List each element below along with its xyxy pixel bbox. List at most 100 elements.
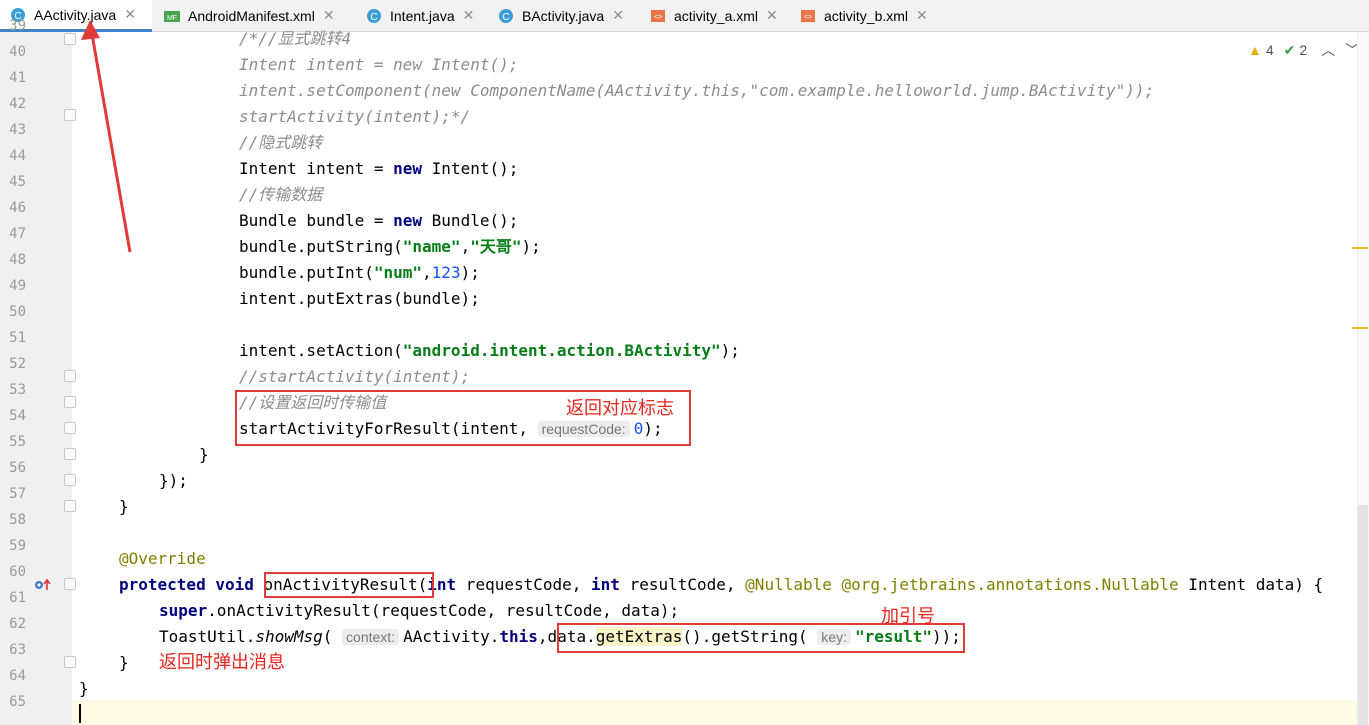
code-line-49[interactable]: intent.putExtras(bundle); <box>239 286 480 312</box>
code-line-61[interactable]: super.onActivityResult(requestCode, resu… <box>159 598 679 624</box>
class-icon: C <box>366 8 382 24</box>
check-icon: ✔ <box>1283 41 1296 58</box>
close-icon[interactable]: ✕ <box>916 7 928 24</box>
code-line-41[interactable]: intent.setComponent(new ComponentName(AA… <box>239 78 1154 104</box>
tab-label: activity_b.xml <box>824 7 909 24</box>
code-line-57[interactable]: } <box>119 494 129 520</box>
manifest-icon: MF <box>164 8 180 24</box>
note-add-quotes: 加引号 <box>881 606 935 627</box>
text-caret <box>79 704 81 723</box>
line-number: 54 <box>9 408 26 424</box>
code-line-64[interactable]: } <box>79 676 89 702</box>
code-line-59[interactable]: @Override <box>119 546 206 572</box>
close-icon[interactable]: ✕ <box>463 7 475 24</box>
weak-warning-count: 2 <box>1299 42 1308 58</box>
note-popup-msg: 返回时弹出消息 <box>159 652 285 673</box>
line-number: 56 <box>9 460 26 476</box>
line-number: 57 <box>9 486 26 502</box>
line-number: 61 <box>9 590 26 606</box>
line-number: 46 <box>9 200 26 216</box>
tab-label: Intent.java <box>390 7 455 24</box>
fold-marker[interactable] <box>64 33 76 45</box>
tab-label: activity_a.xml <box>674 7 759 24</box>
line-number: 58 <box>9 512 26 528</box>
line-number: 39 <box>9 18 26 34</box>
code-line-44[interactable]: Intent intent = new Intent(); <box>239 156 518 182</box>
warning-stripe[interactable] <box>1352 327 1368 329</box>
line-number: 50 <box>9 304 26 320</box>
fold-marker[interactable] <box>64 370 76 382</box>
line-number: 63 <box>9 642 26 658</box>
parameter-hint: context: <box>342 629 400 645</box>
code-line-45[interactable]: //传输数据 <box>239 182 322 208</box>
warning-count: 4 <box>1265 42 1274 58</box>
code-line-63[interactable]: } <box>119 650 129 676</box>
svg-text:C: C <box>370 12 377 23</box>
line-number: 65 <box>9 694 26 710</box>
annotation-box-onactivityresult <box>264 572 434 598</box>
override-method-icon[interactable] <box>34 577 52 591</box>
inspection-widget[interactable]: ▲ 4 ✔ 2 ︿ ﹀ <box>1248 40 1359 60</box>
tab-label: BActivity.java <box>522 7 605 24</box>
note-return-flag: 返回对应标志 <box>566 398 674 419</box>
fold-marker[interactable] <box>64 396 76 408</box>
code-line-46[interactable]: Bundle bundle = new Bundle(); <box>239 208 518 234</box>
scrollbar-thumb[interactable] <box>1358 505 1368 725</box>
warning-stripe[interactable] <box>1352 247 1368 249</box>
code-line-51[interactable]: intent.setAction("android.intent.action.… <box>239 338 740 364</box>
fold-marker[interactable] <box>64 474 76 486</box>
code-line-47[interactable]: bundle.putString("name","天哥"); <box>239 234 541 260</box>
editor-tab-bar: C AActivity.java ✕ MF AndroidManifest.xm… <box>0 0 1369 32</box>
code-line-39[interactable]: /*//显式跳转4 <box>239 26 351 52</box>
svg-text:C: C <box>502 12 509 23</box>
line-number: 49 <box>9 278 26 294</box>
line-number: 42 <box>9 96 26 112</box>
svg-text:MF: MF <box>167 15 177 22</box>
fold-marker[interactable] <box>64 448 76 460</box>
line-number: 60 <box>9 564 26 580</box>
line-number: 55 <box>9 434 26 450</box>
line-number: 51 <box>9 330 26 346</box>
line-number: 45 <box>9 174 26 190</box>
line-number: 52 <box>9 356 26 372</box>
line-number: 47 <box>9 226 26 242</box>
fold-marker[interactable] <box>64 656 76 668</box>
tab-activity-b-xml[interactable]: <> activity_b.xml ✕ <box>790 0 950 31</box>
code-line-42[interactable]: startActivity(intent);*/ <box>239 104 470 130</box>
line-number: 62 <box>9 616 26 632</box>
line-number: 40 <box>9 44 26 60</box>
close-icon[interactable]: ✕ <box>766 7 778 24</box>
code-line-52[interactable]: //startActivity(intent); <box>239 364 470 390</box>
close-icon[interactable]: ✕ <box>323 7 335 24</box>
line-number: 48 <box>9 252 26 268</box>
svg-text:<>: <> <box>654 14 662 21</box>
close-icon[interactable]: ✕ <box>612 7 624 24</box>
line-number: 53 <box>9 382 26 398</box>
warning-icon: ▲ <box>1248 42 1262 58</box>
tab-intent-java[interactable]: C Intent.java ✕ <box>356 0 486 31</box>
line-number: 43 <box>9 122 26 138</box>
line-number: 59 <box>9 538 26 554</box>
code-line-43[interactable]: //隐式跳转 <box>239 130 322 156</box>
fold-marker[interactable] <box>64 500 76 512</box>
tab-bactivity-java[interactable]: C BActivity.java ✕ <box>488 0 638 31</box>
code-line-40[interactable]: Intent intent = new Intent(); <box>239 52 518 78</box>
code-line-56[interactable]: }); <box>159 468 188 494</box>
line-number: 64 <box>9 668 26 684</box>
chevron-up-icon[interactable]: ︿ <box>1321 40 1335 60</box>
code-line-48[interactable]: bundle.putInt("num",123); <box>239 260 480 286</box>
xml-icon: <> <box>800 8 816 24</box>
svg-text:<>: <> <box>804 14 812 21</box>
line-number: 44 <box>9 148 26 164</box>
line-number: 41 <box>9 70 26 86</box>
annotation-arrow <box>81 20 132 253</box>
tab-label: AndroidManifest.xml <box>188 7 315 24</box>
fold-marker[interactable] <box>64 109 76 121</box>
class-icon: C <box>498 8 514 24</box>
xml-icon: <> <box>650 8 666 24</box>
current-line-highlight <box>72 700 1358 725</box>
code-line-55[interactable]: } <box>199 442 209 468</box>
tab-activity-a-xml[interactable]: <> activity_a.xml ✕ <box>640 0 790 31</box>
fold-marker[interactable] <box>64 422 76 434</box>
fold-marker[interactable] <box>64 578 76 590</box>
